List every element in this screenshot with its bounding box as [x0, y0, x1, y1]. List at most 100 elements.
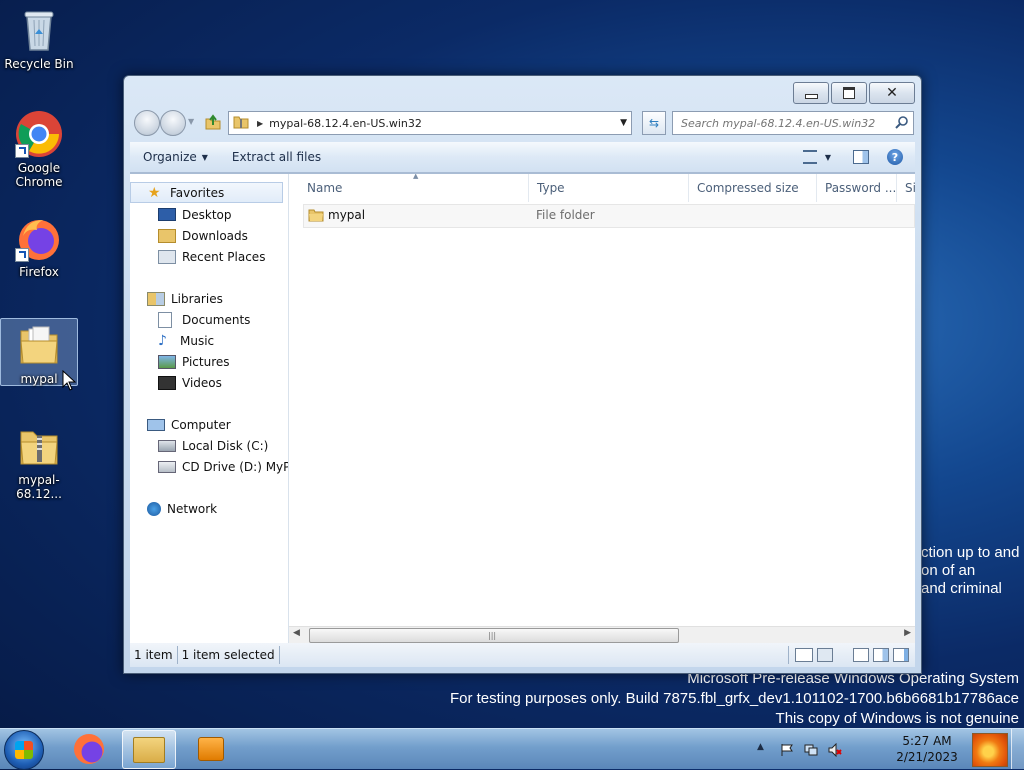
- recent-pages-chevron-icon[interactable]: ▼: [188, 117, 194, 126]
- column-header-compressed-size[interactable]: Compressed size: [689, 174, 817, 202]
- volume-muted-icon[interactable]: [828, 742, 842, 758]
- preview-pane-icon: [853, 150, 869, 164]
- address-bar[interactable]: ▶ mypal-68.12.4.en-US.win32 ▼: [228, 111, 632, 135]
- nav-label: Recent Places: [182, 249, 266, 264]
- details-view-icon[interactable]: [795, 648, 813, 662]
- preview-pane-button[interactable]: [841, 142, 881, 172]
- nav-computer[interactable]: Computer: [147, 414, 231, 435]
- taskbar-media-player[interactable]: [184, 730, 236, 767]
- show-desktop-button[interactable]: [1011, 729, 1024, 769]
- more-views-button[interactable]: ▼: [821, 142, 841, 172]
- content-area: ★ Favorites Desktop Downloads Recent Pla…: [130, 173, 915, 643]
- nav-downloads[interactable]: Downloads: [158, 225, 248, 246]
- column-header-type[interactable]: Type: [529, 174, 689, 202]
- desktop-icon-firefox[interactable]: Firefox: [0, 214, 78, 279]
- chrome-icon: [15, 110, 63, 158]
- nav-pictures[interactable]: Pictures: [158, 351, 230, 372]
- grip-icon: |||: [488, 631, 497, 640]
- cd-drive-icon: [158, 460, 176, 473]
- watermark-line-3: This copy of Windows is not genuine: [775, 710, 1019, 727]
- computer-icon: [147, 418, 165, 431]
- start-button[interactable]: [4, 730, 44, 770]
- command-bar: Organize ▼ Extract all files ▼ ?: [130, 142, 915, 173]
- search-input[interactable]: [679, 115, 893, 131]
- user-tile-flower-icon[interactable]: [972, 733, 1008, 767]
- videos-icon: [158, 375, 176, 390]
- taskbar: ▲ 5:27 AM 2/21/2023: [0, 728, 1024, 770]
- address-dropdown-icon[interactable]: ▼: [620, 118, 627, 128]
- scroll-left-icon[interactable]: ◀: [293, 628, 300, 638]
- status-spacer: [280, 646, 789, 664]
- nav-network[interactable]: Network: [147, 498, 217, 519]
- taskbar-firefox[interactable]: [64, 730, 116, 767]
- back-button[interactable]: [134, 110, 160, 136]
- selection-count: 1 item selected: [178, 646, 280, 664]
- nav-label: Downloads: [182, 228, 248, 243]
- column-header-size[interactable]: Si: [897, 174, 915, 202]
- column-label: Name: [307, 181, 343, 195]
- desktop-icon-label: Firefox: [19, 265, 59, 279]
- nav-libraries[interactable]: Libraries: [147, 288, 223, 309]
- forward-button[interactable]: [160, 110, 186, 136]
- explorer-window: ✕ ▼ ▶ mypal-68.12.4.en-US.win32 ▼ ⇆ Orga…: [123, 75, 922, 674]
- row-type: File folder: [536, 208, 595, 222]
- address-folder-icon: [233, 115, 249, 132]
- row-name: mypal: [328, 208, 366, 222]
- show-hidden-icons-icon[interactable]: ▲: [757, 742, 764, 752]
- action-center-flag-icon[interactable]: [780, 743, 794, 757]
- minimize-button[interactable]: [793, 82, 829, 104]
- network-icon: [147, 501, 161, 516]
- nav-label: Libraries: [171, 291, 223, 306]
- firefox-icon: [74, 734, 104, 764]
- large-icons-view-icon[interactable]: [817, 648, 833, 662]
- folder-icon: [308, 208, 324, 225]
- layout-details-pane-icon[interactable]: [873, 648, 889, 662]
- column-header-password[interactable]: Password ...: [817, 174, 897, 202]
- breadcrumb-chevron-icon[interactable]: ▶: [257, 119, 263, 128]
- nav-local-disk[interactable]: Local Disk (C:): [158, 435, 268, 456]
- column-label: Type: [537, 181, 565, 195]
- desktop-icon-google-chrome[interactable]: Google Chrome: [0, 110, 78, 189]
- nav-desktop[interactable]: Desktop: [158, 204, 232, 225]
- media-player-icon: [198, 737, 224, 761]
- windows-logo-icon: [15, 741, 33, 759]
- sort-arrow-icon: ▲: [413, 174, 419, 180]
- desktop-icon-recycle-bin[interactable]: Recycle Bin: [0, 6, 78, 71]
- nav-cd-drive[interactable]: CD Drive (D:) MyPal6: [158, 456, 288, 477]
- change-view-button[interactable]: [799, 142, 821, 172]
- desktop-icon-mypal-zip[interactable]: mypal-68.12...: [0, 422, 78, 501]
- layout-preview-pane-icon[interactable]: [893, 648, 909, 662]
- close-button[interactable]: ✕: [869, 82, 915, 104]
- nav-documents[interactable]: Documents: [158, 309, 250, 330]
- caption-buttons: ✕: [791, 82, 915, 104]
- layout-pane-icon[interactable]: [853, 648, 869, 662]
- nav-favorites[interactable]: ★ Favorites: [130, 182, 283, 203]
- column-header-name[interactable]: Name ▲: [299, 174, 529, 202]
- extract-all-files-button[interactable]: Extract all files: [220, 142, 333, 172]
- search-icon[interactable]: [895, 115, 909, 132]
- mouse-cursor-icon: [62, 369, 77, 395]
- nav-label: Music: [180, 333, 215, 348]
- organize-button[interactable]: Organize ▼: [130, 142, 220, 172]
- scroll-right-icon[interactable]: ▶: [904, 628, 911, 638]
- maximize-button[interactable]: [831, 82, 867, 104]
- refresh-button[interactable]: ⇆: [642, 111, 666, 135]
- nav-videos[interactable]: Videos: [158, 372, 222, 393]
- system-clock[interactable]: 5:27 AM 2/21/2023: [892, 733, 962, 765]
- shortcut-arrow-icon: [15, 248, 29, 262]
- desktop-icon-label: Chrome: [15, 175, 63, 189]
- help-button[interactable]: ?: [881, 142, 915, 172]
- scrollbar-thumb[interactable]: |||: [309, 628, 679, 643]
- table-row[interactable]: mypal File folder: [303, 204, 915, 228]
- nav-recent-places[interactable]: Recent Places: [158, 246, 265, 267]
- taskbar-windows-explorer[interactable]: [122, 730, 176, 769]
- horizontal-scrollbar[interactable]: ◀ ||| ▶: [289, 626, 915, 643]
- network-tray-icon[interactable]: [804, 743, 818, 757]
- search-box[interactable]: [672, 111, 914, 135]
- nav-music[interactable]: ♪ Music: [158, 330, 214, 351]
- pictures-icon: [158, 354, 176, 369]
- minimize-icon: [804, 93, 818, 99]
- up-folder-icon[interactable]: [204, 113, 222, 134]
- maximize-icon: [843, 87, 855, 99]
- navigation-bar: ▼ ▶ mypal-68.12.4.en-US.win32 ▼ ⇆: [132, 109, 914, 137]
